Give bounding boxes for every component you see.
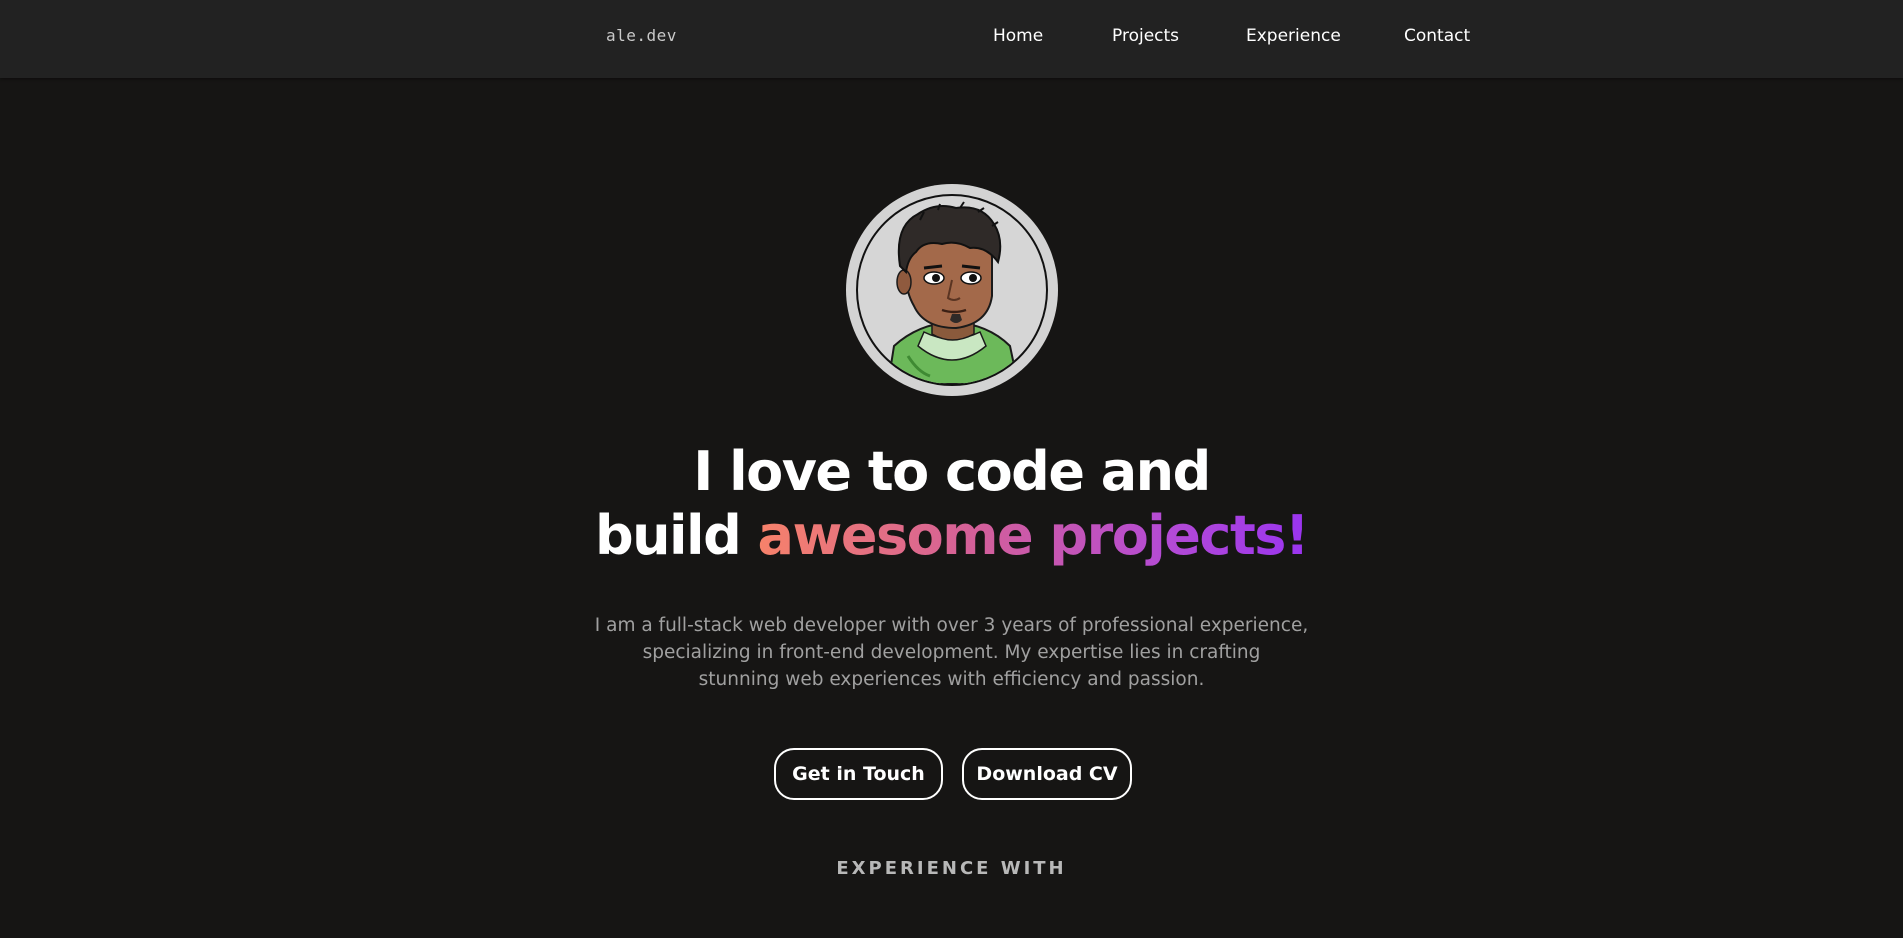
headline-line-2-plain: build (594, 504, 758, 567)
hero-intro: I am a full-stack web developer with ove… (0, 612, 1903, 693)
headline-line-1: I love to code and (693, 440, 1211, 503)
developer-avatar-icon (886, 201, 1020, 384)
intro-line: I am a full-stack web developer with ove… (594, 615, 1309, 636)
nav-link-contact[interactable]: Contact (1404, 26, 1470, 46)
headline-highlight: awesome projects! (757, 504, 1310, 567)
avatar-frame (856, 194, 1048, 386)
nav-link-experience[interactable]: Experience (1246, 26, 1341, 46)
brand-logo[interactable]: ale.dev (606, 26, 677, 45)
navbar: ale.dev Home Projects Experience Contact (0, 0, 1903, 78)
intro-line: stunning web experiences with efficiency… (698, 669, 1205, 690)
nav-link-projects[interactable]: Projects (1112, 26, 1179, 46)
avatar (846, 184, 1058, 396)
experience-with-heading: EXPERIENCE WITH (836, 858, 1067, 879)
download-cv-button[interactable]: Download CV (962, 748, 1132, 800)
hero-headline: I love to code and build awesome project… (0, 440, 1903, 568)
intro-line: specializing in front-end development. M… (642, 642, 1261, 663)
get-in-touch-button[interactable]: Get in Touch (774, 748, 943, 800)
nav-link-home[interactable]: Home (993, 26, 1043, 46)
